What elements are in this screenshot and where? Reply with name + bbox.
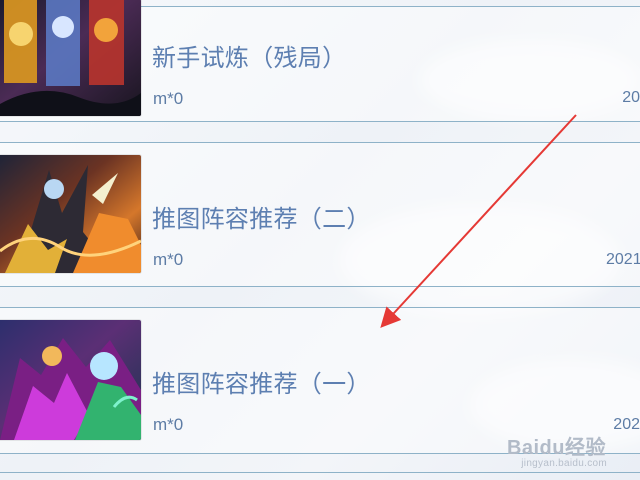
article-date: 202 <box>613 416 640 433</box>
article-meta: m*0 <box>153 250 184 269</box>
article-title[interactable]: 新手试炼（残局） <box>152 38 346 73</box>
article-date: 2021 <box>606 251 640 268</box>
list-divider <box>0 472 640 473</box>
article-thumbnail[interactable] <box>0 155 141 273</box>
game-art-image <box>0 0 141 116</box>
article-card[interactable]: 新手试炼（残局） m*0 20 <box>0 0 640 122</box>
article-thumbnail[interactable] <box>0 0 141 116</box>
article-title[interactable]: 推图阵容推荐（二） <box>152 199 371 234</box>
game-art-image <box>0 155 141 273</box>
article-meta: m*0 <box>153 415 184 434</box>
article-thumbnail[interactable] <box>0 320 141 440</box>
watermark-site: jingyan.baidu.com <box>521 458 607 469</box>
watermark-brand: Baidu经验 <box>506 437 606 459</box>
article-card[interactable]: 推图阵容推荐（二） m*0 2021 <box>0 142 640 287</box>
game-art-image <box>0 320 141 440</box>
article-meta: m*0 <box>153 89 184 108</box>
article-date: 20 <box>622 89 640 106</box>
article-title[interactable]: 推图阵容推荐（一） <box>152 364 371 399</box>
